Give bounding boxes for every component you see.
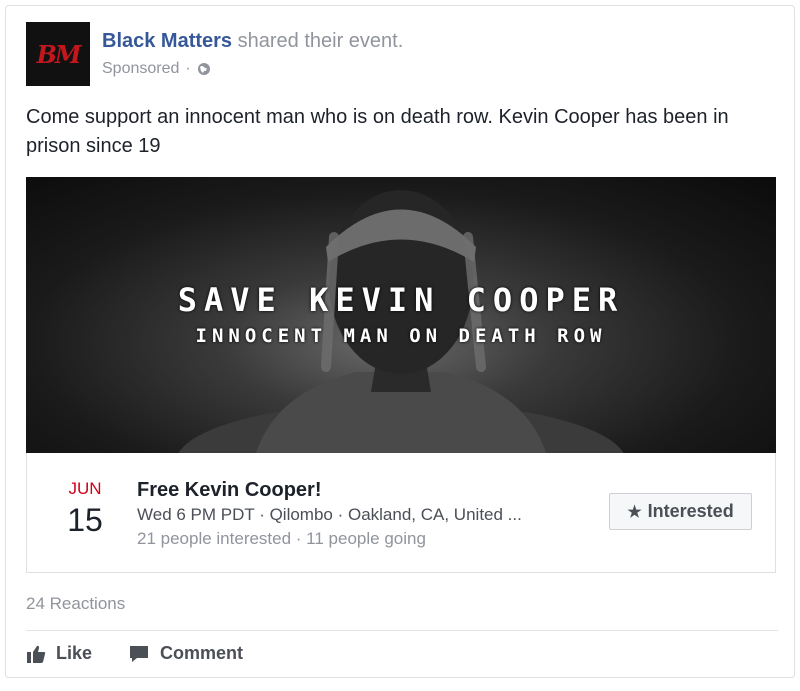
- event-day: 15: [67, 502, 103, 538]
- event-banner-image[interactable]: SAVE KEVIN COOPER INNOCENT MAN ON DEATH …: [26, 177, 776, 453]
- like-button[interactable]: Like: [26, 643, 92, 664]
- event-details[interactable]: JUN 15 Free Kevin Cooper! Wed 6 PM PDT ·…: [26, 453, 776, 573]
- event-stats: 21 people interested · 11 people going: [137, 529, 426, 548]
- post-actions: Like Comment: [26, 643, 243, 664]
- banner-title: SAVE KEVIN COOPER: [177, 281, 625, 319]
- event-info: Free Kevin Cooper! Wed 6 PM PDT · Qilomb…: [137, 477, 587, 551]
- banner-subtitle: INNOCENT MAN ON DEATH ROW: [195, 325, 607, 347]
- avatar-logo-text: BM: [36, 39, 82, 69]
- post-title-line: Black Matters shared their event.: [102, 28, 702, 54]
- page-avatar[interactable]: BM: [26, 22, 90, 86]
- interested-button[interactable]: ★ Interested: [609, 493, 752, 530]
- interested-label: Interested: [647, 501, 734, 521]
- like-label: Like: [56, 643, 93, 663]
- sponsored-label[interactable]: Sponsored: [102, 60, 179, 78]
- post-meta: Sponsored ·: [102, 60, 702, 78]
- event-time-location: Wed 6 PM PDT · Qilombo · Oakland, CA, Un…: [137, 505, 522, 524]
- post-body-text: Come support an innocent man who is on d…: [26, 106, 729, 157]
- event-date: JUN 15: [61, 479, 109, 541]
- footer-divider: [26, 630, 778, 631]
- comment-label: Comment: [160, 643, 244, 663]
- comment-button[interactable]: Comment: [128, 643, 243, 664]
- page-name-link[interactable]: Black Matters: [102, 30, 232, 52]
- star-icon: ★: [627, 503, 642, 521]
- post-header-text: Black Matters shared their event. Sponso…: [102, 28, 702, 78]
- event-month: JUN: [68, 479, 102, 498]
- meta-separator: ·: [185, 60, 191, 77]
- post-card: BM Black Matters shared their event. Spo…: [5, 5, 795, 678]
- comment-bubble-icon: [128, 644, 150, 664]
- globe-icon[interactable]: [197, 62, 211, 76]
- post-action-text: shared their event.: [232, 30, 404, 52]
- reactions-count[interactable]: 24 Reactions: [26, 594, 125, 614]
- thumbs-up-icon: [26, 644, 46, 664]
- event-title[interactable]: Free Kevin Cooper!: [137, 477, 587, 503]
